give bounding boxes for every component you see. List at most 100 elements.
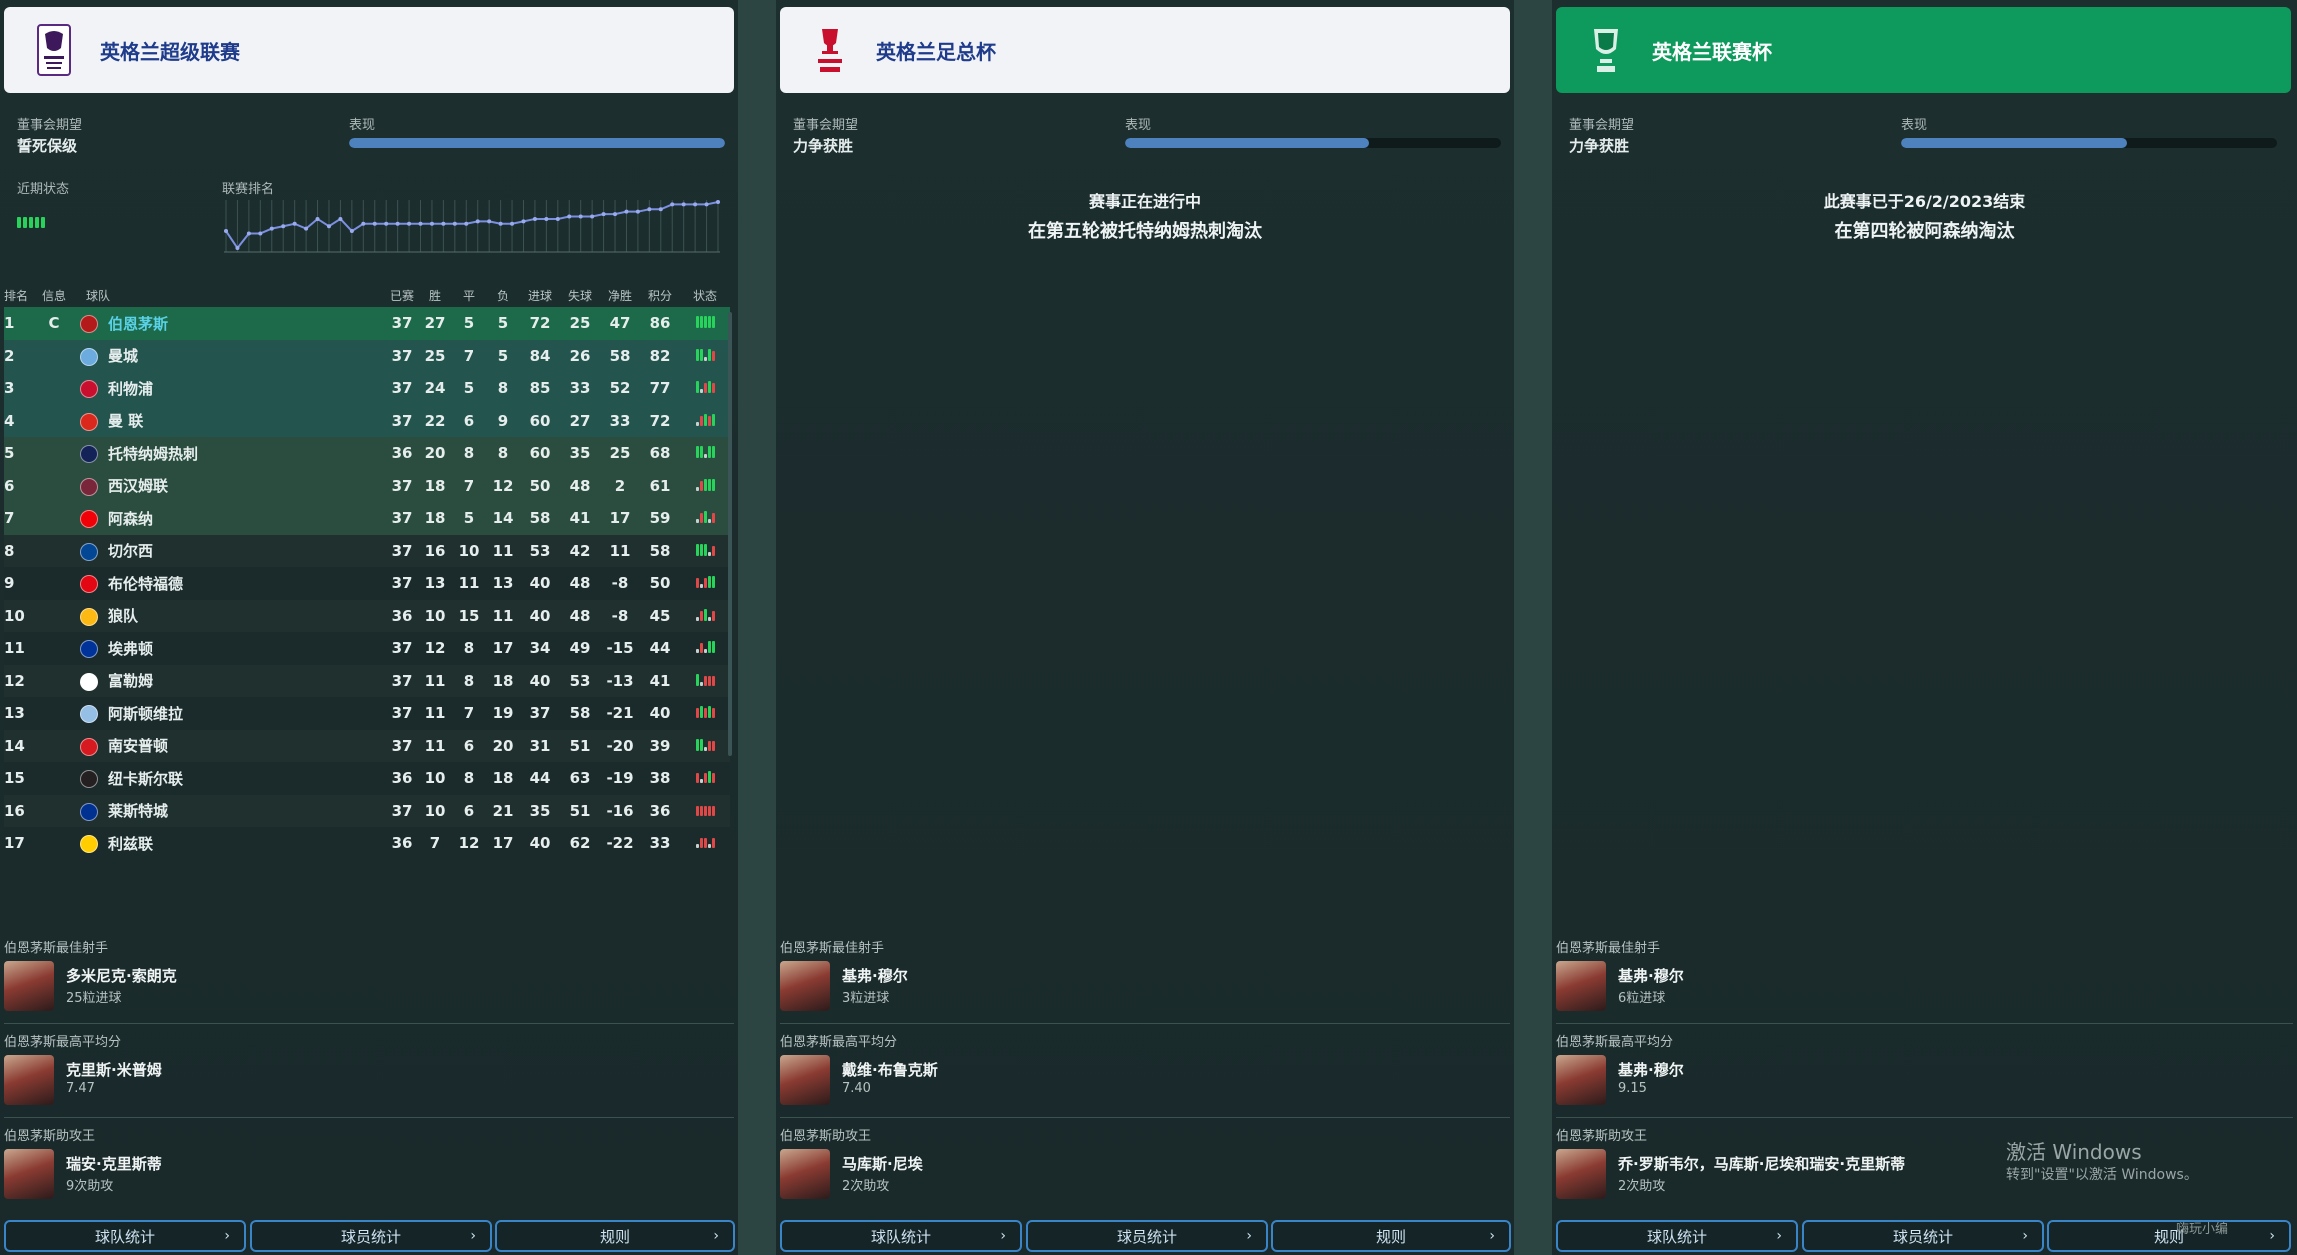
table-row[interactable]: 17 利兹联 36 7 12 17 40 62 -22 33: [4, 827, 730, 860]
cell-team[interactable]: 埃弗顿: [74, 632, 386, 665]
player-name[interactable]: 乔·罗斯韦尔，马库斯·尼埃和瑞安·克里斯蒂: [1618, 1153, 1905, 1174]
cell-team[interactable]: 曼 联: [74, 405, 386, 438]
cell-team[interactable]: 莱斯特城: [74, 795, 386, 828]
rules-button[interactable]: 规则 ›: [495, 1220, 735, 1252]
team-name[interactable]: 狼队: [108, 607, 138, 625]
cell-l: 19: [492, 704, 514, 723]
player-stats-button[interactable]: 球员统计 ›: [250, 1220, 492, 1252]
cell-team[interactable]: 阿斯顿维拉: [74, 697, 386, 730]
rules-button[interactable]: 规则 ›: [2047, 1220, 2291, 1252]
player-name[interactable]: 基弗·穆尔: [1618, 965, 1684, 986]
col-rank[interactable]: 排名: [4, 283, 34, 307]
table-row[interactable]: 13 阿斯顿维拉 37 11 7 19 37 58 -21 40: [4, 697, 730, 730]
team-name[interactable]: 布伦特福德: [108, 575, 183, 593]
cell-team[interactable]: 伯恩茅斯: [74, 307, 386, 340]
team-stats-button[interactable]: 球队统计 ›: [1556, 1220, 1798, 1252]
col-form[interactable]: 状态: [680, 283, 730, 307]
player-name[interactable]: 基弗·穆尔: [1618, 1059, 1684, 1080]
player-avatar[interactable]: [1556, 1149, 1606, 1199]
team-name[interactable]: 莱斯特城: [108, 802, 168, 820]
player-name[interactable]: 基弗·穆尔: [842, 965, 908, 986]
team-name[interactable]: 托特纳姆热刺: [108, 445, 198, 463]
player-avatar[interactable]: [780, 1149, 830, 1199]
cell-team[interactable]: 富勒姆: [74, 665, 386, 698]
table-row[interactable]: 15 纽卡斯尔联 36 10 8 18 44 63 -19 38: [4, 762, 730, 795]
player-avatar[interactable]: [1556, 961, 1606, 1011]
team-name[interactable]: 阿斯顿维拉: [108, 705, 183, 723]
col-goal-diff[interactable]: 净胜: [600, 283, 640, 307]
team-name[interactable]: 利物浦: [108, 380, 153, 398]
cell-team[interactable]: 阿森纳: [74, 502, 386, 535]
top-scorer-section: 伯恩茅斯最佳射手 基弗·穆尔 3粒进球: [780, 937, 1510, 1011]
table-scrollbar[interactable]: [728, 312, 732, 756]
table-row[interactable]: 5 托特纳姆热刺 36 20 8 8 60 35 25 68: [4, 437, 730, 470]
competition-header[interactable]: 英格兰足总杯: [780, 7, 1510, 93]
team-name[interactable]: 曼 联: [108, 412, 143, 430]
col-goals-for[interactable]: 进球: [520, 283, 560, 307]
table-row[interactable]: 10 狼队 36 10 15 11 40 48 -8 45: [4, 599, 730, 633]
team-stats-button[interactable]: 球队统计 ›: [780, 1220, 1022, 1252]
team-name[interactable]: 阿森纳: [108, 510, 153, 528]
player-name[interactable]: 戴维·布鲁克斯: [842, 1059, 938, 1080]
form-result-mark: [703, 746, 707, 751]
player-avatar[interactable]: [4, 1055, 54, 1105]
col-drawn[interactable]: 平: [452, 283, 486, 307]
player-avatar[interactable]: [1556, 1055, 1606, 1105]
player-stats-button[interactable]: 球员统计 ›: [1026, 1220, 1268, 1252]
team-name[interactable]: 埃弗顿: [108, 640, 153, 658]
player-name[interactable]: 马库斯·尼埃: [842, 1153, 923, 1174]
team-name[interactable]: 切尔西: [108, 542, 153, 560]
col-goals-against[interactable]: 失球: [560, 283, 600, 307]
table-row[interactable]: 3 利物浦 37 24 5 8 85 33 52 77: [4, 372, 730, 405]
team-name[interactable]: 富勒姆: [108, 672, 153, 690]
table-row[interactable]: 12 富勒姆 37 11 8 18 40 53 -13 41: [4, 664, 730, 698]
rules-button[interactable]: 规则 ›: [1271, 1220, 1511, 1252]
cell-team[interactable]: 布伦特福德: [74, 567, 386, 600]
cell-team[interactable]: 切尔西: [74, 535, 386, 568]
col-team[interactable]: 球队: [74, 283, 386, 307]
col-played[interactable]: 已赛: [386, 283, 418, 307]
col-info[interactable]: 信息: [34, 283, 74, 307]
team-stats-button[interactable]: 球队统计 ›: [4, 1220, 246, 1252]
table-row[interactable]: 16 莱斯特城 37 10 6 21 35 51 -16 36: [4, 794, 730, 828]
cell-team[interactable]: 曼城: [74, 340, 386, 373]
team-name[interactable]: 南安普顿: [108, 737, 168, 755]
player-name[interactable]: 多米尼克·索朗克: [66, 965, 177, 986]
cell-team[interactable]: 托特纳姆热刺: [74, 437, 386, 470]
cell-team[interactable]: 利兹联: [74, 827, 386, 860]
table-row[interactable]: 4 曼 联 37 22 6 9 60 27 33 72: [4, 404, 730, 438]
cell-team[interactable]: 纽卡斯尔联: [74, 762, 386, 795]
cell-team[interactable]: 西汉姆联: [74, 470, 386, 503]
cell-form: [680, 600, 730, 633]
cell-team[interactable]: 南安普顿: [74, 730, 386, 763]
competition-header[interactable]: 英格兰超级联赛: [4, 7, 734, 93]
player-name[interactable]: 瑞安·克里斯蒂: [66, 1153, 162, 1174]
table-row[interactable]: 9 布伦特福德 37 13 11 13 40 48 -8 50: [4, 567, 730, 600]
cell-rank: 11: [4, 639, 25, 658]
col-lost[interactable]: 负: [486, 283, 520, 307]
team-name[interactable]: 利兹联: [108, 835, 153, 853]
table-row[interactable]: 7 阿森纳 37 18 5 14 58 41 17 59: [4, 502, 730, 535]
player-stats-button[interactable]: 球员统计 ›: [1802, 1220, 2044, 1252]
player-avatar[interactable]: [780, 1055, 830, 1105]
team-name[interactable]: 纽卡斯尔联: [108, 770, 183, 788]
table-row[interactable]: 14 南安普顿 37 11 6 20 31 51 -20 39: [4, 729, 730, 763]
team-name[interactable]: 西汉姆联: [108, 477, 168, 495]
player-name[interactable]: 克里斯·米普姆: [66, 1059, 162, 1080]
team-name[interactable]: 伯恩茅斯: [108, 315, 168, 333]
table-row[interactable]: 2 曼城 37 25 7 5 84 26 58 82: [4, 339, 730, 373]
player-avatar[interactable]: [4, 961, 54, 1011]
cell-team[interactable]: 利物浦: [74, 372, 386, 405]
col-won[interactable]: 胜: [418, 283, 452, 307]
table-row[interactable]: 8 切尔西 37 16 10 11 53 42 11 58: [4, 534, 730, 568]
table-row[interactable]: 6 西汉姆联 37 18 7 12 50 48 2 61: [4, 469, 730, 503]
competition-header[interactable]: 英格兰联赛杯: [1556, 7, 2291, 93]
player-avatar[interactable]: [780, 961, 830, 1011]
player-avatar[interactable]: [4, 1149, 54, 1199]
col-points[interactable]: 积分: [640, 283, 680, 307]
cell-team[interactable]: 狼队: [74, 600, 386, 633]
team-name[interactable]: 曼城: [108, 347, 138, 365]
table-row[interactable]: 11 埃弗顿 37 12 8 17 34 49 -15 44: [4, 632, 730, 665]
table-row[interactable]: 1 C 伯恩茅斯 37 27 5 5 72 25 47 86: [4, 307, 730, 340]
cell-rank: 14: [4, 736, 25, 755]
